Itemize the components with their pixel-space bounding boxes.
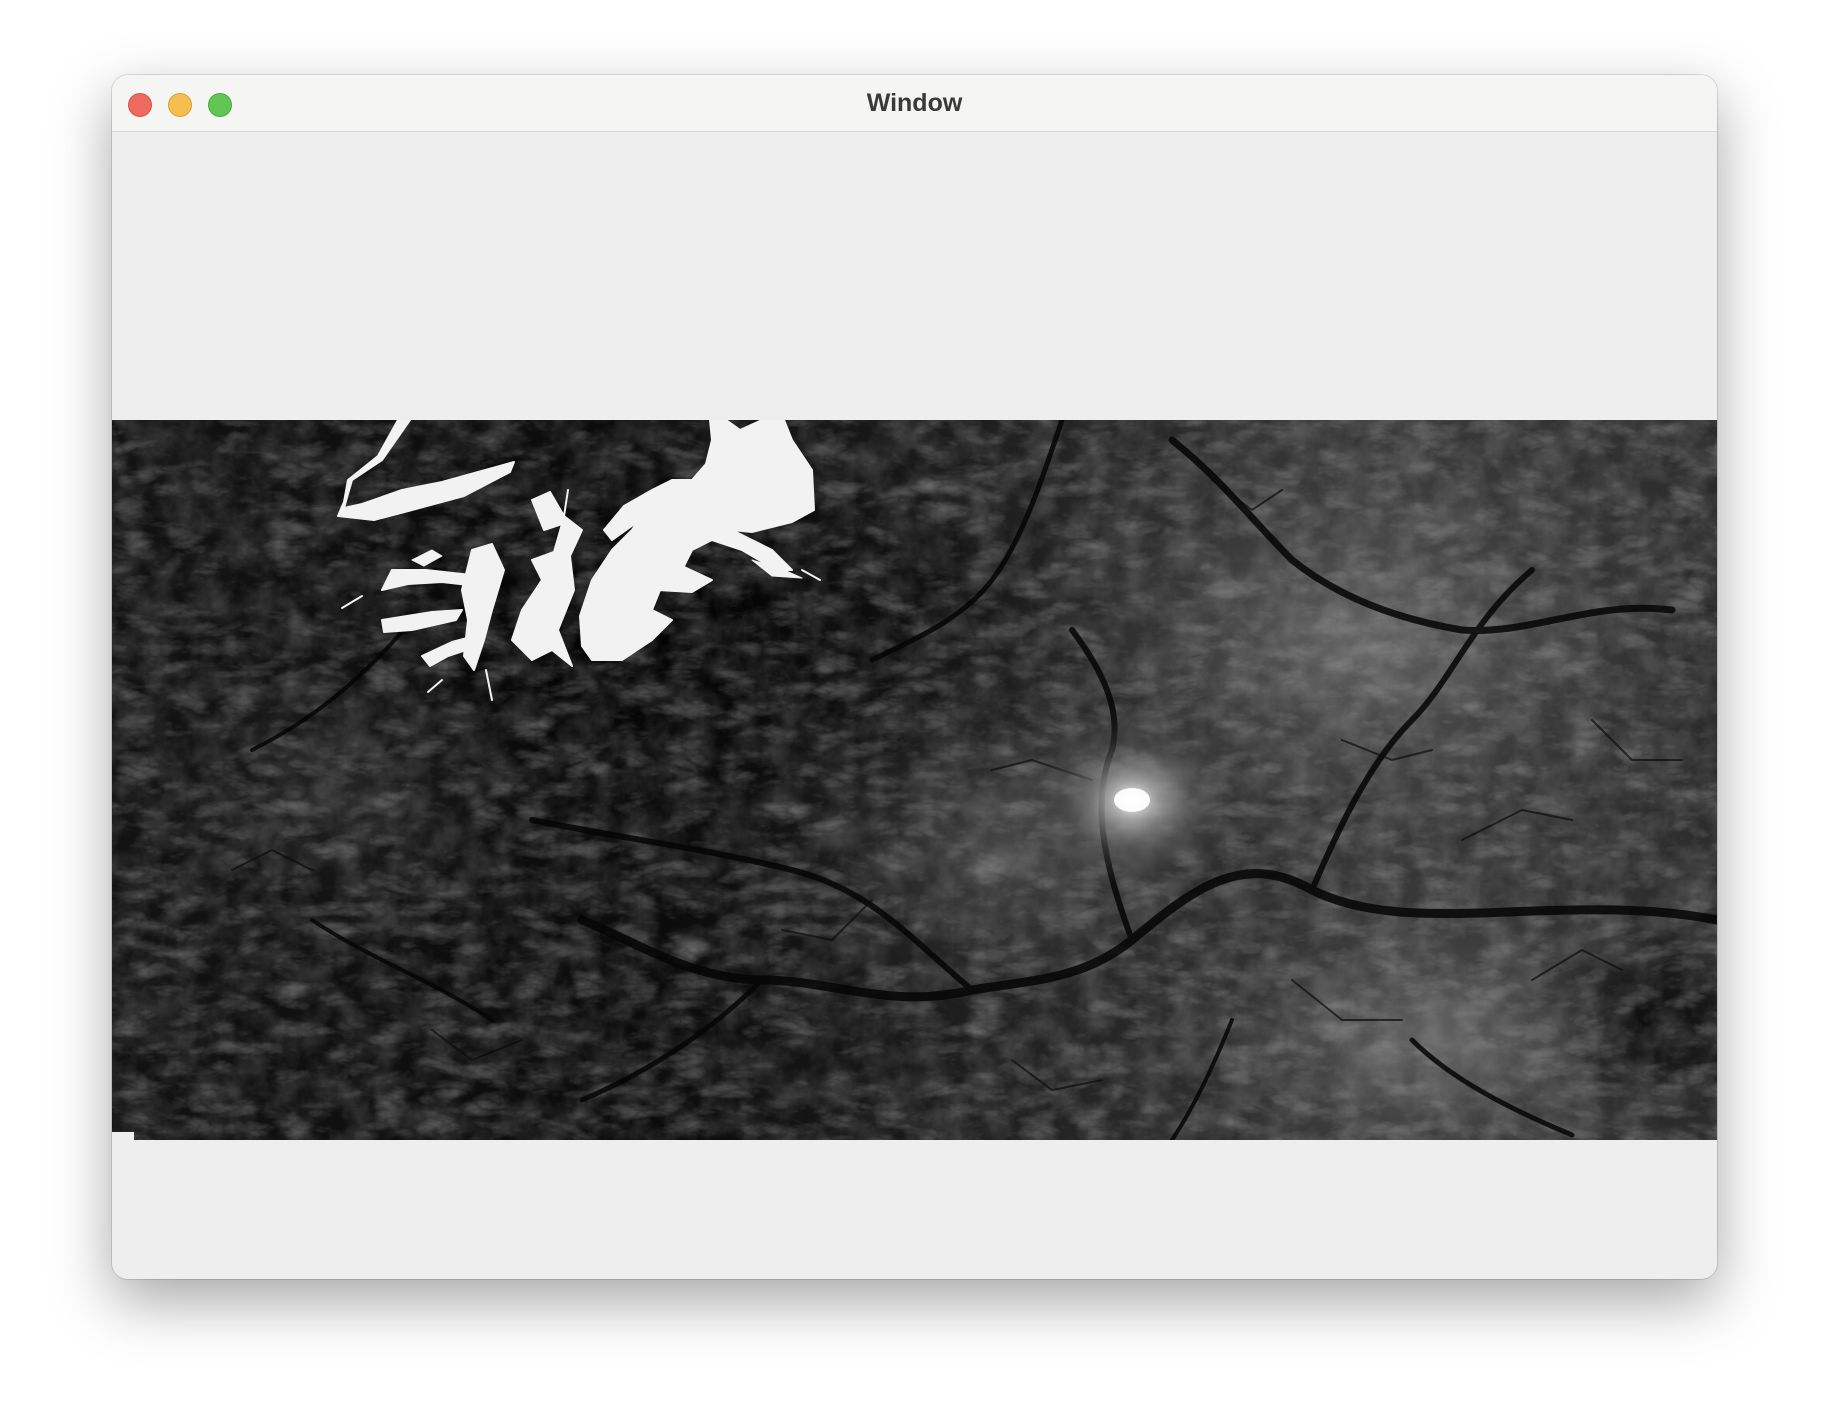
- window-content: [112, 132, 1717, 1279]
- heightmap-image: [112, 420, 1717, 1140]
- title-bar[interactable]: Window: [112, 75, 1717, 132]
- heightmap-graphic: [112, 420, 1717, 1140]
- window-title: Window: [866, 89, 963, 117]
- app-window: Window: [112, 75, 1717, 1279]
